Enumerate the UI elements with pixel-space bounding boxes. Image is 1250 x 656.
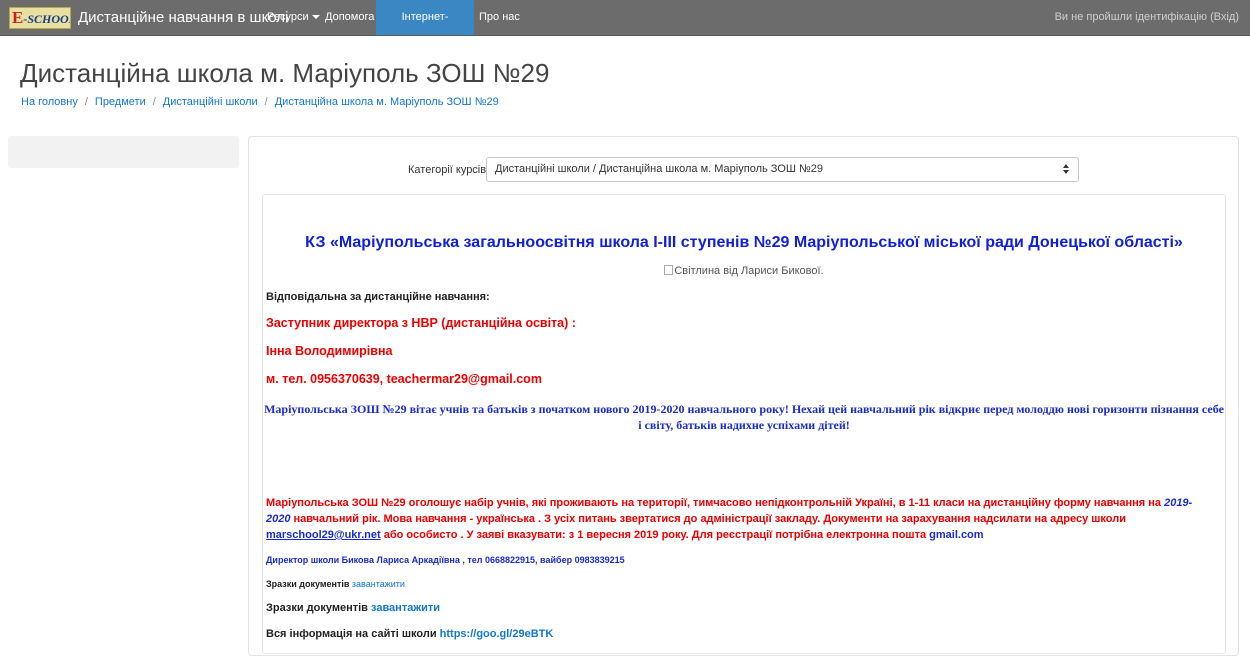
logo-text: -SCHOOL <box>23 12 71 26</box>
documents-line-small: Зразки документів завантажити <box>266 579 405 589</box>
announcement-part: навчальний рік. Мова навчання - українсь… <box>290 513 1126 525</box>
announcement-text: Маріупольська ЗОШ №29 оголошує набір учн… <box>266 495 1216 543</box>
school-site-link[interactable]: https://goo.gl/29eBTK <box>440 628 554 640</box>
breadcrumb-subjects[interactable]: Предмети <box>95 96 146 108</box>
breadcrumb: На головну / Предмети / Дистанційні школи / Ди… <box>21 96 499 108</box>
school-site-label: Вся інформація на сайті школи <box>266 628 440 640</box>
nav-resources-label: Ресурси <box>267 11 309 23</box>
greeting-text: Маріупольська ЗОШ №29 вітає учнів та бат… <box>264 402 1224 432</box>
login-link[interactable]: Ви не пройшли ідентифікацію (Вхід) <box>1055 0 1239 35</box>
deputy-name: Інна Володимирівна <box>266 344 393 358</box>
site-brand[interactable]: Дистанційне навчання в школі <box>78 0 288 35</box>
broken-image-icon <box>664 265 674 275</box>
category-label: Категорії курсів: <box>408 164 490 176</box>
documents-line: Зразки документів завантажити <box>266 602 440 614</box>
documents-label: Зразки документів <box>266 602 371 614</box>
category-select[interactable]: Дистанційні школи / Дистанційна школа м.… <box>486 157 1079 182</box>
announcement-part: або особисто . У заяві вказувати: з 1 ве… <box>380 529 930 541</box>
announcement-gmail: gmail.com <box>929 529 984 541</box>
chevron-down-icon <box>311 15 320 20</box>
responsible-label: Відповідальна за дистанційне навчання: <box>266 291 490 303</box>
left-sidebar-block <box>8 136 239 168</box>
nav-help[interactable]: Допомога <box>320 0 379 35</box>
school-site-line: Вся інформація на сайті школи https://go… <box>266 628 553 640</box>
deputy-contact: м. тел. 0956370639, teachermar29@gmail.c… <box>266 372 542 386</box>
category-select-value: Дистанційні школи / Дистанційна школа м.… <box>495 163 824 175</box>
top-navbar: E-SCHOOL Дистанційне навчання в школі Ре… <box>0 0 1250 58</box>
school-photo-alt: Світлина від Лариси Бикової. <box>674 265 824 277</box>
page-title: Дистанційна школа м. Маріуполь ЗОШ №29 <box>20 58 550 88</box>
select-arrows-icon <box>1063 164 1069 174</box>
director-contact: Директор школи Бикова Лариса Аркадіївна … <box>266 555 625 565</box>
logo-letter: E <box>12 8 24 27</box>
nav-olympiads[interactable]: Інтернет-олімпіади <box>376 0 474 58</box>
deputy-title: Заступник директора з НВР (дистанційна о… <box>266 316 576 330</box>
nav-about[interactable]: Про нас <box>474 0 525 35</box>
download-link[interactable]: завантажити <box>371 602 440 614</box>
breadcrumb-current[interactable]: Дистанційна школа м. Маріуполь ЗОШ №29 <box>275 96 499 108</box>
breadcrumb-separator: / <box>84 96 88 108</box>
breadcrumb-home[interactable]: На головну <box>21 96 78 108</box>
download-link[interactable]: завантажити <box>352 579 405 589</box>
school-email-link[interactable]: marschool29@ukr.net <box>266 529 381 541</box>
site-logo[interactable]: E-SCHOOL <box>9 7 71 29</box>
school-photo: Світлина від Лариси Бикової. <box>262 265 1226 277</box>
breadcrumb-distance-schools[interactable]: Дистанційні школи <box>163 96 258 108</box>
nav-resources[interactable]: Ресурси <box>262 0 325 35</box>
documents-label: Зразки документів <box>266 579 352 589</box>
announcement-part: Маріупольська ЗОШ №29 оголошує набір учн… <box>266 497 1165 509</box>
breadcrumb-separator: / <box>264 96 268 108</box>
school-heading: КЗ «Маріупольська загальноосвітня школа … <box>305 234 1183 251</box>
breadcrumb-separator: / <box>152 96 156 108</box>
